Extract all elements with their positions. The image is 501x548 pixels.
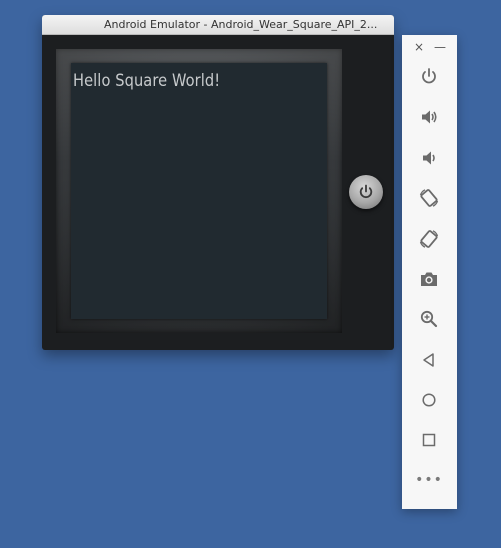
power-button[interactable] (416, 63, 442, 89)
rotate-left-icon (419, 189, 439, 207)
more-dots-icon: ••• (415, 472, 443, 488)
emulator-toolbar: × — ••• (402, 35, 457, 509)
volume-up-icon (422, 110, 437, 124)
volume-down-button[interactable] (416, 145, 442, 171)
overview-button[interactable] (416, 427, 442, 453)
window-title: Android Emulator - Android_Wear_Square_A… (104, 18, 378, 31)
hardware-power-button[interactable] (349, 175, 383, 209)
back-triangle-icon (423, 353, 434, 367)
device-screen[interactable]: Hello Square World! (71, 63, 327, 319)
home-button[interactable] (416, 387, 442, 413)
minimize-button[interactable]: — (432, 39, 448, 55)
overview-square-icon (422, 433, 436, 447)
emulator-window: Android Emulator - Android_Wear_Square_A… (42, 15, 394, 350)
volume-up-button[interactable] (416, 104, 442, 130)
zoom-icon (420, 310, 438, 328)
camera-icon (421, 272, 437, 286)
window-titlebar[interactable]: Android Emulator - Android_Wear_Square_A… (42, 15, 394, 35)
power-icon (422, 68, 436, 84)
screenshot-button[interactable] (416, 266, 442, 292)
rotate-left-button[interactable] (416, 185, 442, 211)
home-circle-icon (422, 393, 436, 407)
close-button[interactable]: × (411, 39, 427, 55)
zoom-button[interactable] (416, 306, 442, 332)
volume-down-icon (423, 151, 435, 165)
more-button[interactable]: ••• (415, 467, 443, 493)
toolbar-window-controls: × — (402, 39, 457, 55)
rotate-right-button[interactable] (416, 226, 442, 252)
hello-text: Hello Square World! (73, 71, 221, 91)
back-button[interactable] (416, 347, 442, 373)
rotate-right-icon (419, 230, 439, 248)
power-icon (359, 184, 373, 199)
